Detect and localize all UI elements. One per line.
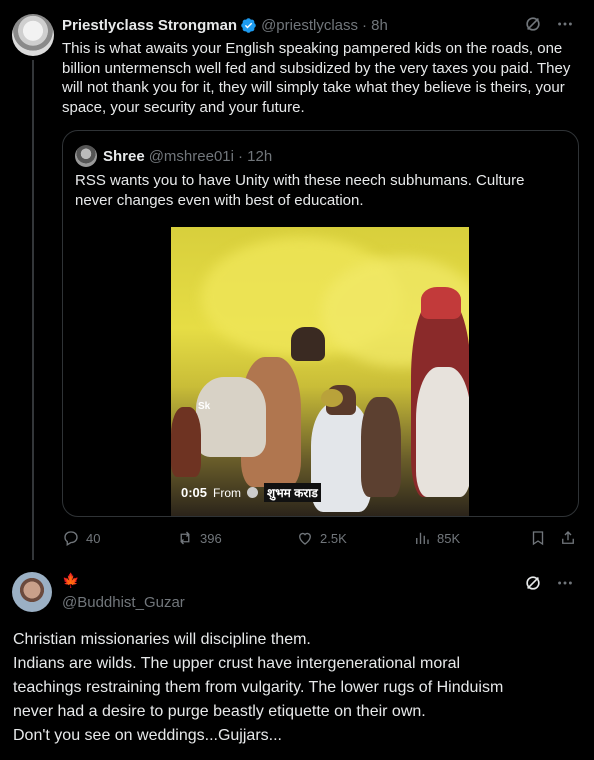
- reply-count: 40: [86, 530, 101, 546]
- reply-author-handle[interactable]: @Buddhist_Guzar: [62, 594, 185, 611]
- reply-icon: [64, 531, 78, 546]
- reply-text-line: Indians are wilds. The upper crust have …: [13, 655, 461, 672]
- bookmark-icon: [532, 531, 544, 546]
- repost-count: 396: [200, 530, 222, 546]
- post-text: This is what awaits your English speakin…: [62, 40, 571, 116]
- quoted-author-avatar: [75, 145, 97, 167]
- video-source-user[interactable]: शुभम कराड: [264, 483, 321, 502]
- reply-text-line: teachings restraining them from vulgarit…: [13, 679, 504, 696]
- views-button[interactable]: 85K: [413, 529, 460, 547]
- post-header: Priestlyclass Strongman @priestlyclass ·…: [62, 15, 574, 35]
- video-duration: 0:05: [181, 485, 208, 500]
- views-count: 85K: [437, 530, 461, 546]
- video-info: 0:05 From शुभम कराड: [181, 483, 321, 502]
- views-icon: [416, 532, 429, 544]
- reply-button[interactable]: 40: [62, 529, 100, 547]
- reply-author-avatar[interactable]: [12, 572, 52, 612]
- post-action-bar: 40 396 2.5K 85K: [62, 529, 582, 549]
- repost-icon: [180, 531, 190, 545]
- share-icon: [562, 531, 574, 544]
- share-button[interactable]: [559, 529, 577, 547]
- video-source-avatar: [247, 487, 259, 498]
- like-icon: [299, 532, 311, 545]
- quoted-post[interactable]: Shree @mshree01i · 12h RSS wants you to …: [62, 130, 579, 517]
- author-name[interactable]: Priestlyclass Strongman: [62, 17, 237, 34]
- reply-text-line: Christian missionaries will discipline t…: [13, 631, 311, 648]
- video-overlay-label: Sk: [198, 401, 211, 412]
- quoted-author-name: Shree: [103, 147, 145, 165]
- reply-text: Christian missionaries will discipline t…: [13, 628, 583, 748]
- more-icon[interactable]: [556, 15, 574, 38]
- maple-leaf-icon: 🍁: [62, 572, 80, 588]
- quoted-post-header: Shree @mshree01i · 12h: [75, 145, 272, 167]
- verified-badge-icon: [240, 17, 257, 34]
- video-player[interactable]: Sk 0:05 From शुभम कराड: [171, 227, 469, 516]
- video-from-label: From: [213, 485, 242, 500]
- grok-icon[interactable]: [524, 15, 542, 38]
- quoted-author-handle: @mshree01i: [148, 147, 234, 165]
- grok-icon[interactable]: [524, 574, 542, 597]
- bookmark-button[interactable]: [529, 529, 547, 547]
- like-count: 2.5K: [320, 530, 347, 546]
- thread-line: [32, 60, 34, 560]
- quoted-post-text: RSS wants you to have Unity with these n…: [75, 172, 525, 209]
- like-button[interactable]: 2.5K: [296, 529, 347, 547]
- reply-text-line: never had a desire to purge beastly etiq…: [13, 703, 426, 720]
- reply-text-line: Don't you see on weddings...Gujjars...: [13, 727, 282, 744]
- author-avatar[interactable]: [12, 14, 54, 56]
- more-icon[interactable]: [556, 574, 574, 597]
- repost-button[interactable]: 396: [176, 529, 222, 547]
- author-handle[interactable]: @priestlyclass: [261, 17, 358, 34]
- post-time[interactable]: · 8h: [362, 17, 388, 34]
- quoted-post-time: · 12h: [237, 147, 273, 165]
